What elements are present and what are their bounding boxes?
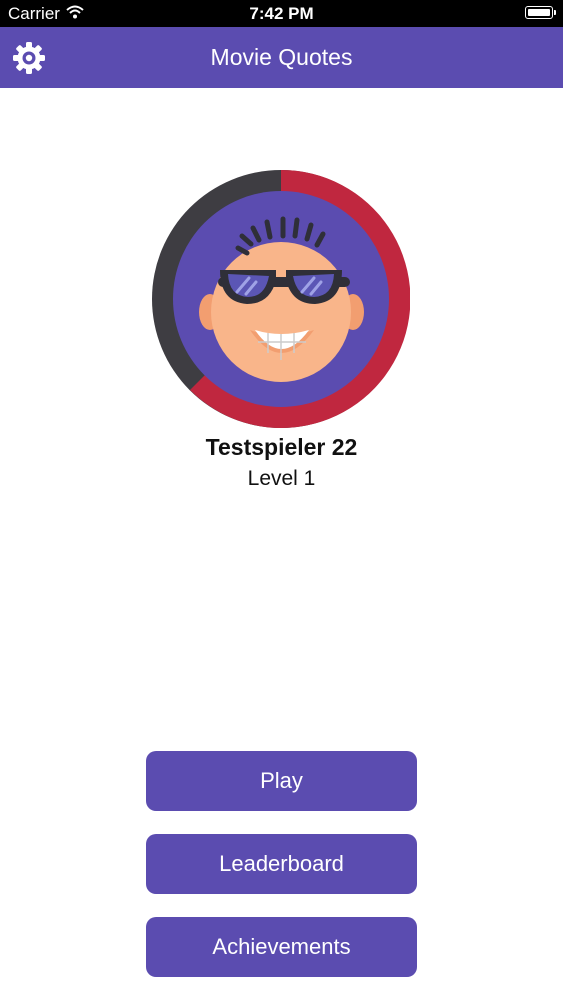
- play-button[interactable]: Play: [146, 751, 417, 811]
- achievements-button[interactable]: Achievements: [146, 917, 417, 977]
- navigation-bar: Movie Quotes: [0, 27, 563, 88]
- avatar: [152, 169, 411, 428]
- status-time: 7:42 PM: [249, 4, 314, 23]
- player-level: Level 1: [247, 467, 316, 490]
- status-bar: Carrier 7:42 PM: [0, 0, 563, 27]
- avatar-face-icon: [152, 169, 411, 428]
- battery-icon: [525, 6, 556, 19]
- player-name: Testspieler 22: [205, 434, 358, 460]
- page-title: Movie Quotes: [210, 44, 353, 70]
- leaderboard-button[interactable]: Leaderboard: [146, 834, 417, 894]
